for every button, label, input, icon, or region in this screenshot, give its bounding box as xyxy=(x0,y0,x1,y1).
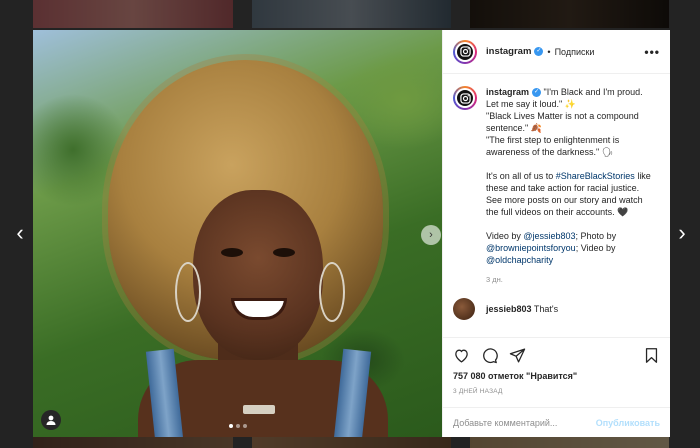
post-date[interactable]: 3 ДНЕЙ НАЗАД xyxy=(453,388,660,395)
author-avatar[interactable] xyxy=(453,39,477,64)
action-icons xyxy=(453,344,660,366)
comment-item: jessieb803 That's xyxy=(453,298,660,320)
video-frame-eye xyxy=(273,248,295,257)
bookmark-icon[interactable] xyxy=(643,347,660,364)
mention-link[interactable]: @browniepointsforyou xyxy=(486,243,576,253)
caption-author-username[interactable]: instagram xyxy=(486,87,529,97)
author-username[interactable]: instagram xyxy=(486,46,531,57)
video-frame-earring xyxy=(175,262,201,322)
carousel-dot-active xyxy=(229,424,233,428)
credit-label: ; Photo by xyxy=(575,231,617,241)
hashtag-link[interactable]: #ShareBlackStories xyxy=(556,171,635,181)
caption-author-avatar[interactable] xyxy=(453,86,477,110)
mention-link[interactable]: @oldchapcharity xyxy=(486,255,553,265)
next-post-arrow[interactable]: › xyxy=(672,222,692,244)
post-video[interactable]: › xyxy=(33,30,442,437)
carousel-dot xyxy=(236,424,240,428)
more-options-icon[interactable]: ••• xyxy=(644,45,660,59)
share-icon[interactable] xyxy=(509,347,526,364)
mention-link[interactable]: @jessieb803 xyxy=(523,231,575,241)
credit-label: ; Video by xyxy=(575,243,616,253)
publish-button[interactable]: Опубликовать xyxy=(596,418,660,428)
caption-line: It's on all of us to xyxy=(486,171,556,181)
post-sidebar: instagram ✓ • Подписки ••• instagram ✓ "I… xyxy=(442,30,670,437)
caption-line: "Black Lives Matter is not a compound se… xyxy=(486,111,639,133)
heart-icon[interactable] xyxy=(453,347,470,364)
comment-body: That's xyxy=(533,304,559,314)
header-separator: • xyxy=(547,46,551,57)
user-tag-icon[interactable] xyxy=(41,410,61,430)
carousel-dot xyxy=(243,424,247,428)
caption: instagram ✓ "I'm Black and I'm proud. Let… xyxy=(453,86,660,286)
comment-input[interactable] xyxy=(453,417,596,428)
comment-form: Опубликовать xyxy=(443,407,670,437)
post-header: instagram ✓ • Подписки ••• xyxy=(443,30,670,74)
video-frame-eye xyxy=(221,248,243,257)
likes-count[interactable]: 757 080 отметок "Нравится" xyxy=(453,371,660,381)
previous-post-arrow[interactable]: ‹ xyxy=(10,222,30,244)
following-button[interactable]: Подписки xyxy=(555,47,595,57)
credit-label: Video by xyxy=(486,231,524,241)
instagram-logo-icon xyxy=(457,90,473,106)
verified-badge-icon: ✓ xyxy=(532,88,542,98)
video-frame-necklace xyxy=(243,405,275,414)
post-actions: 757 080 отметок "Нравится" 3 ДНЕЙ НАЗАД xyxy=(443,337,670,407)
video-frame-mouth xyxy=(231,298,287,320)
comments-list[interactable]: instagram ✓ "I'm Black and I'm proud. Let… xyxy=(443,74,670,337)
post-modal: › instagram ✓ • Подписки ••• instagram ✓… xyxy=(33,30,670,437)
commenter-avatar[interactable] xyxy=(453,298,475,320)
instagram-logo-icon xyxy=(457,43,473,60)
caption-timestamp: 3 дн. xyxy=(486,275,503,284)
comment-text: jessieb803 That's xyxy=(486,304,558,314)
comment-icon[interactable] xyxy=(481,347,498,364)
commenter-username[interactable]: jessieb803 xyxy=(486,304,532,314)
video-frame-face xyxy=(193,190,323,360)
carousel-next-button[interactable]: › xyxy=(421,225,441,245)
caption-line: "The first step to enlightenment is awar… xyxy=(486,135,620,157)
caption-text: instagram ✓ "I'm Black and I'm proud. Let… xyxy=(486,86,656,286)
carousel-dots xyxy=(229,424,247,428)
video-frame-earring xyxy=(319,262,345,322)
verified-badge-icon: ✓ xyxy=(534,47,544,56)
